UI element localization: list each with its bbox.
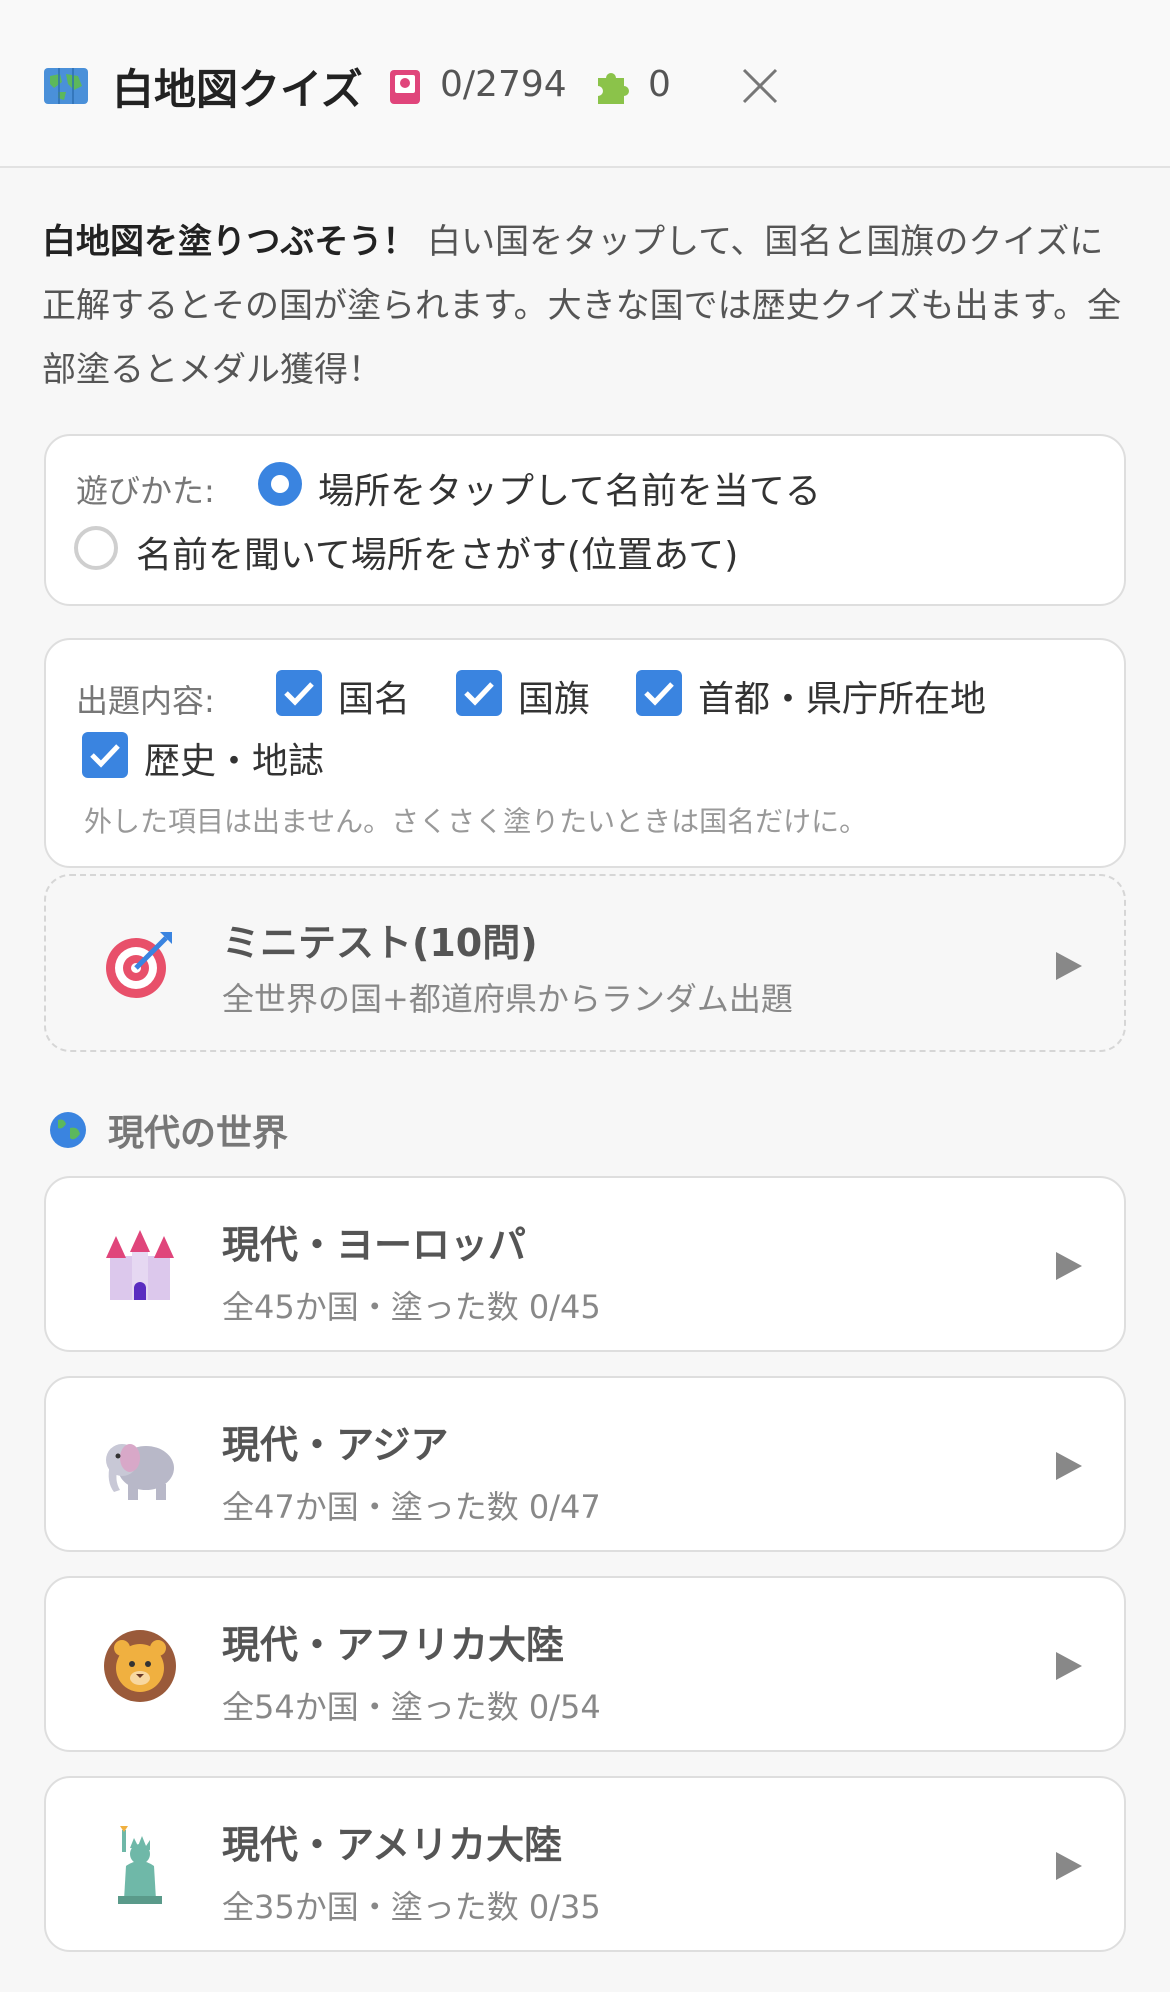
- option-find-place-label: 名前を聞いて場所をさがす(位置あて): [136, 535, 739, 576]
- minitest-subtitle: 全世界の国+都道府県からランダム出題: [222, 980, 793, 1018]
- puzzle-piece-icon: [598, 73, 629, 104]
- app-title: 白地図クイズ: [112, 65, 363, 114]
- section-title-text: 現代の世界: [108, 1113, 289, 1154]
- target-icon: [106, 932, 172, 998]
- checkbox-history[interactable]: [82, 732, 128, 778]
- checkbox-capital[interactable]: [636, 670, 682, 716]
- painted-count: 0/2794: [440, 64, 567, 105]
- checkbox-country-name[interactable]: [276, 670, 322, 716]
- intro-lead: 白地図を塗りつぶそう！: [42, 222, 417, 262]
- region-asia-card[interactable]: 現代・アジア 全47か国・塗った数 0/47: [44, 1376, 1126, 1552]
- region-americas-card[interactable]: 現代・アメリカ大陸 全35か国・塗った数 0/35: [44, 1776, 1126, 1952]
- statue-of-liberty-icon: [118, 1826, 162, 1904]
- elephant-icon: [106, 1444, 174, 1500]
- region-subtitle: 全54か国・塗った数 0/54: [222, 1688, 601, 1726]
- pieces-count: 0: [648, 64, 671, 105]
- region-subtitle: 全35か国・塗った数 0/35: [222, 1888, 601, 1926]
- checkmark-icon: [464, 682, 494, 706]
- region-africa-card[interactable]: 現代・アフリカ大陸 全54か国・塗った数 0/54: [44, 1576, 1126, 1752]
- checkbox-flag-label: 国旗: [518, 679, 591, 720]
- play-mode-label: 遊びかた:: [76, 472, 215, 510]
- checkbox-history-label: 歴史・地誌: [144, 741, 325, 782]
- question-content-panel: 出題内容: 国名 国旗 首都・県庁所在地 歴史・地誌 外した項目は出ません。さく…: [44, 638, 1126, 868]
- checkbox-country-name-label: 国名: [338, 679, 411, 720]
- card-icon: [390, 70, 420, 104]
- region-subtitle: 全47か国・塗った数 0/47: [222, 1488, 601, 1526]
- checkbox-capital-label: 首都・県庁所在地: [698, 679, 987, 720]
- play-arrow-icon: [1056, 1852, 1082, 1880]
- region-title: 現代・アメリカ大陸: [222, 1823, 563, 1867]
- world-map-icon: [44, 68, 88, 104]
- checkmark-icon: [90, 744, 120, 768]
- play-arrow-icon: [1056, 952, 1082, 980]
- radio-find-place[interactable]: [74, 526, 118, 570]
- minitest-button[interactable]: ミニテスト(10問) 全世界の国+都道府県からランダム出題: [44, 874, 1126, 1052]
- castle-icon: [106, 1230, 174, 1300]
- checkmark-icon: [644, 682, 674, 706]
- checkmark-icon: [284, 682, 314, 706]
- region-subtitle: 全45か国・塗った数 0/45: [222, 1288, 601, 1326]
- globe-icon: [50, 1112, 86, 1148]
- question-content-note: 外した項目は出ません。さくさく塗りたいときは国名だけに。: [84, 805, 868, 838]
- lion-icon: [104, 1630, 176, 1702]
- play-arrow-icon: [1056, 1452, 1082, 1480]
- question-content-label: 出題内容:: [76, 682, 215, 720]
- checkbox-flag[interactable]: [456, 670, 502, 716]
- option-tap-place-label: 場所をタップして名前を当てる: [318, 471, 821, 512]
- region-europe-card[interactable]: 現代・ヨーロッパ 全45か国・塗った数 0/45: [44, 1176, 1126, 1352]
- minitest-title: ミニテスト(10問): [222, 921, 538, 965]
- region-title: 現代・ヨーロッパ: [222, 1223, 527, 1267]
- header-bar: 白地図クイズ 0/2794 0: [0, 0, 1170, 168]
- radio-tap-place[interactable]: [258, 462, 302, 506]
- play-arrow-icon: [1056, 1652, 1082, 1680]
- play-mode-panel: 遊びかた: 場所をタップして名前を当てる 名前を聞いて場所をさがす(位置あて): [44, 434, 1126, 606]
- play-arrow-icon: [1056, 1252, 1082, 1280]
- region-title: 現代・アジア: [222, 1423, 449, 1467]
- intro-text: 白地図を塗りつぶそう！ 白い国をタップして、国名と国旗のクイズに正解するとその国…: [42, 210, 1122, 402]
- close-icon[interactable]: [740, 66, 780, 106]
- region-title: 現代・アフリカ大陸: [222, 1623, 565, 1667]
